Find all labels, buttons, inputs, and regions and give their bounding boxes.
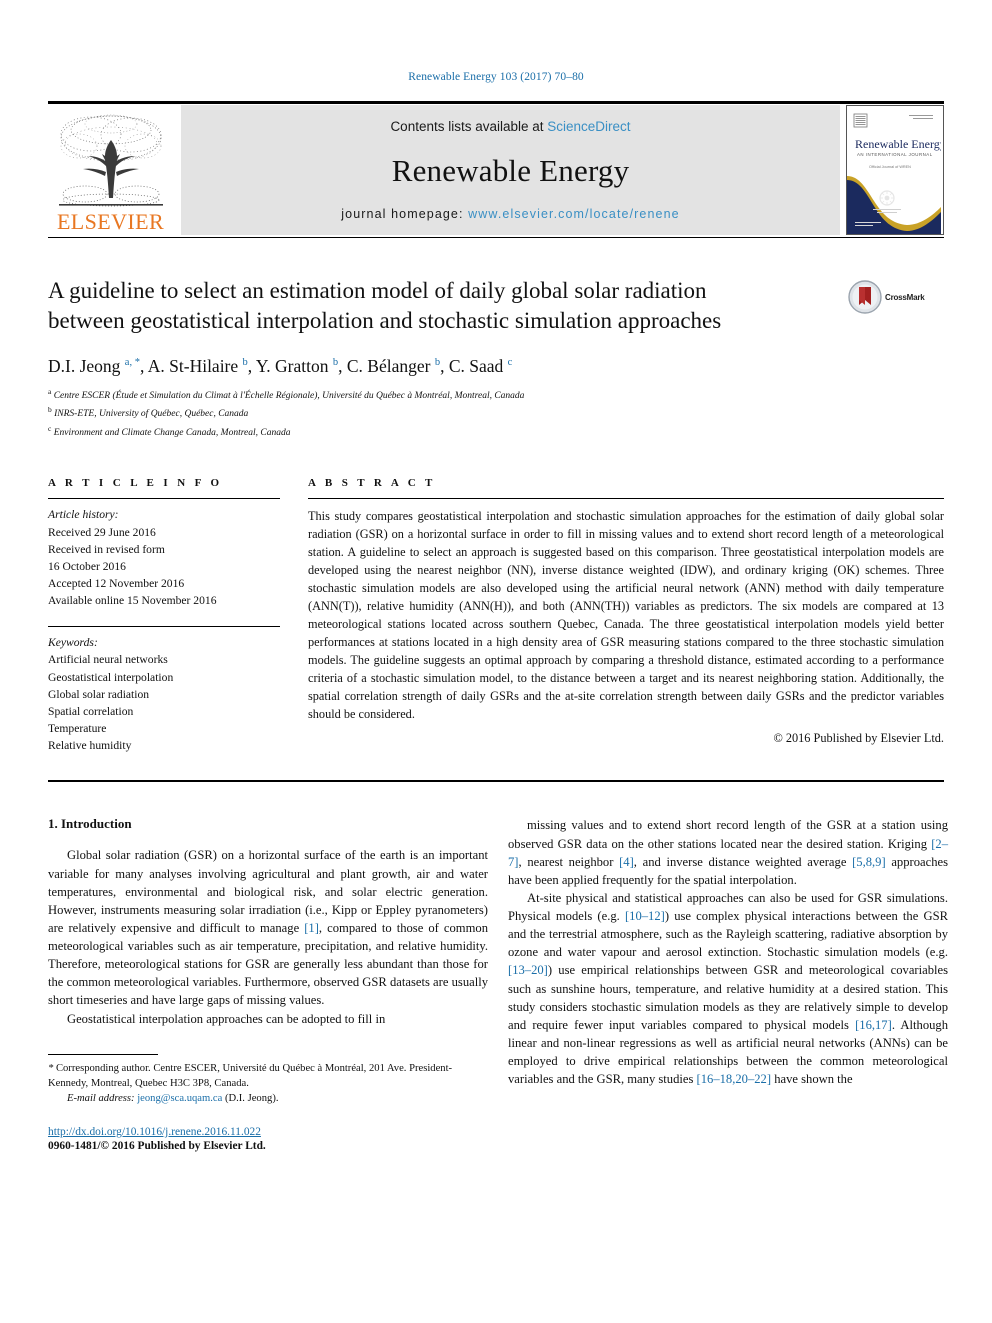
author-list: D.I. Jeong a, *, A. St-Hilaire b, Y. Gra…	[48, 355, 513, 376]
keyword-item: Global solar radiation	[48, 687, 150, 701]
doi-block: http://dx.doi.org/10.1016/j.renene.2016.…	[48, 1126, 488, 1152]
journal-title: Renewable Energy	[391, 152, 630, 188]
homepage-prefix: journal homepage:	[341, 207, 469, 221]
svg-text:AN INTERNATIONAL JOURNAL: AN INTERNATIONAL JOURNAL	[857, 152, 933, 157]
article-history-label: Article history:	[48, 508, 119, 522]
article-info-heading: A R T I C L E I N F O	[48, 477, 223, 490]
history-item: Received 29 June 2016	[48, 525, 156, 539]
contents-prefix: Contents lists available at	[390, 119, 548, 134]
title-column: A guideline to select an estimation mode…	[48, 276, 848, 441]
sciencedirect-link[interactable]: ScienceDirect	[547, 119, 630, 134]
footnote-block: * Corresponding author. Centre ESCER, Un…	[48, 1053, 488, 1106]
elsevier-tree-icon	[58, 114, 163, 207]
journal-homepage-link[interactable]: www.elsevier.com/locate/renene	[468, 207, 680, 221]
keyword-item: Geostatistical interpolation	[48, 670, 174, 684]
intro-paragraph-4: At-site physical and statistical approac…	[508, 890, 949, 1087]
paper-page: Renewable Energy 103 (2017) 70–80 ELSEVI…	[0, 0, 992, 1323]
page-title: A guideline to select an estimation mode…	[48, 278, 722, 333]
history-item: Received in revised form	[48, 542, 165, 556]
keywords-label: Keywords:	[48, 636, 98, 650]
body-column-right: missing values and to extend short recor…	[508, 816, 948, 1151]
masthead-center-panel: Contents lists available at ScienceDirec…	[181, 105, 840, 235]
title-block: A guideline to select an estimation mode…	[48, 276, 944, 441]
contents-available-line: Contents lists available at ScienceDirec…	[390, 119, 630, 134]
email-suffix: (D.I. Jeong).	[224, 1092, 279, 1104]
crossmark-badge[interactable]: CrossMark	[848, 276, 944, 314]
affiliation-b: b INRS-ETE, University of Québec, Québec…	[48, 405, 249, 420]
intro-paragraph-3: missing values and to extend short recor…	[508, 818, 948, 887]
email-label: E-mail address:	[67, 1092, 135, 1104]
intro-paragraph-1: Global solar radiation (GSR) on a horizo…	[48, 848, 488, 1008]
masthead-bottom-rule	[48, 237, 944, 238]
keyword-item: Relative humidity	[48, 739, 132, 753]
affiliation-a: a Centre ESCER (Étude et Simulation du C…	[48, 386, 525, 401]
abstract-bottom-rule	[48, 780, 944, 783]
affiliation-list: a Centre ESCER (Étude et Simulation du C…	[48, 386, 832, 442]
masthead-top-rule	[48, 101, 944, 104]
issn-copyright-line: 0960-1481/© 2016 Published by Elsevier L…	[48, 1139, 266, 1152]
email-note: E-mail address: jeong@sca.uqam.ca (D.I. …	[48, 1091, 488, 1106]
history-item: Accepted 12 November 2016	[48, 577, 185, 590]
svg-text:Renewable Energy: Renewable Energy	[855, 137, 941, 151]
body-column-left: 1. Introduction Global solar radiation (…	[48, 816, 488, 1152]
history-item: Available online 15 November 2016	[48, 594, 217, 608]
journal-masthead: ELSEVIER Contents lists available at Sci…	[48, 105, 944, 235]
footnote-rule	[48, 1053, 158, 1055]
email-link[interactable]: jeong@sca.uqam.ca	[137, 1093, 222, 1104]
journal-homepage-line: journal homepage: www.elsevier.com/locat…	[341, 207, 679, 221]
keyword-item: Spatial correlation	[48, 704, 134, 718]
doi-link[interactable]: http://dx.doi.org/10.1016/j.renene.2016.…	[48, 1126, 488, 1138]
keyword-item: Artificial neural networks	[48, 653, 168, 667]
elsevier-logo: ELSEVIER	[48, 105, 173, 235]
history-item: 16 October 2016	[48, 559, 126, 573]
keywords-block: Keywords: Artificial neural networks Geo…	[48, 626, 280, 754]
journal-cover-art: Renewable Energy AN INTERNATIONAL JOURNA…	[847, 106, 943, 234]
affiliation-c: c Environment and Climate Change Canada,…	[48, 423, 291, 438]
body-columns: 1. Introduction Global solar radiation (…	[48, 816, 948, 1152]
keyword-item: Temperature	[48, 722, 107, 736]
crossmark-icon	[848, 280, 882, 314]
elsevier-wordmark: ELSEVIER	[56, 209, 165, 234]
intro-paragraph-2: Geostatistical interpolation approaches …	[67, 1011, 386, 1026]
running-head: Renewable Energy 103 (2017) 70–80	[408, 71, 584, 83]
article-info-column: A R T I C L E I N F O Article history: R…	[48, 477, 308, 754]
keywords-list: Keywords: Artificial neural networks Geo…	[48, 627, 280, 754]
abstract-text: This study compares geostatistical inter…	[308, 509, 944, 721]
abstract-heading: A B S T R A C T	[308, 477, 436, 490]
corresponding-author-note: * Corresponding author. Centre ESCER, Un…	[48, 1062, 453, 1089]
section-heading-introduction: 1. Introduction	[48, 816, 132, 832]
svg-text:Official Journal of WREN: Official Journal of WREN	[869, 165, 911, 169]
abstract-column: A B S T R A C T This study compares geos…	[308, 477, 944, 754]
abstract-copyright: © 2016 Published by Elsevier Ltd.	[773, 730, 944, 745]
crossmark-label: CrossMark	[885, 292, 925, 302]
article-history: Article history: Received 29 June 2016 R…	[48, 499, 280, 609]
info-abstract-section: A R T I C L E I N F O Article history: R…	[48, 477, 944, 754]
journal-cover-thumbnail: Renewable Energy AN INTERNATIONAL JOURNA…	[846, 105, 944, 235]
